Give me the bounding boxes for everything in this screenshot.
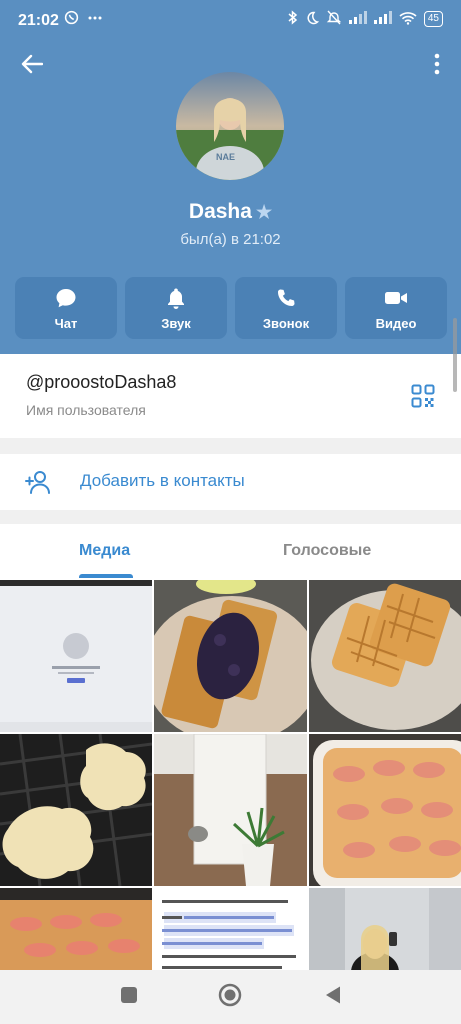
- profile-header: 21:02 45 NAE Dasha ★ был(а) в 21:02 Чат …: [0, 0, 461, 354]
- scrollbar[interactable]: [453, 318, 457, 392]
- active-tab-indicator: [79, 574, 133, 578]
- mute-icon: [326, 10, 342, 28]
- status-time: 21:02: [18, 12, 59, 29]
- video-button[interactable]: Видео: [345, 277, 447, 339]
- section-divider: [0, 510, 461, 524]
- media-thumbnail[interactable]: [309, 888, 461, 970]
- media-tabs: Медиа Голосовые: [0, 524, 461, 580]
- video-button-label: Видео: [375, 315, 417, 331]
- call-button-label: Звонок: [262, 315, 310, 331]
- last-seen-status: был(а) в 21:02: [180, 231, 281, 248]
- system-navigation-bar: [0, 970, 461, 1024]
- status-left-icons: [64, 10, 103, 28]
- sound-button[interactable]: Звук: [125, 277, 227, 339]
- bluetooth-icon: [287, 10, 298, 28]
- tab-media[interactable]: Медиа: [79, 542, 130, 560]
- sound-button-label: Звук: [161, 315, 191, 331]
- media-thumbnail[interactable]: [309, 734, 461, 886]
- wifi-icon: [399, 11, 417, 28]
- media-thumbnail[interactable]: [154, 580, 307, 732]
- recents-button[interactable]: [116, 984, 142, 1010]
- more-options-button[interactable]: [425, 50, 449, 82]
- signal-icon-2: [373, 11, 392, 27]
- back-nav-button[interactable]: [320, 984, 346, 1010]
- media-grid: [0, 580, 461, 970]
- profile-name-row: Dasha ★: [0, 200, 461, 224]
- whatsapp-icon: [64, 10, 79, 28]
- chat-button[interactable]: Чат: [15, 277, 117, 339]
- back-button[interactable]: [16, 50, 48, 82]
- add-user-icon: [24, 468, 52, 496]
- call-button[interactable]: Звонок: [235, 277, 337, 339]
- home-circle-icon: [218, 983, 242, 1012]
- username-value: @prooostoDasha8: [26, 372, 177, 392]
- svg-text:NAE: NAE: [216, 152, 235, 162]
- battery-indicator: 45: [423, 11, 443, 27]
- square-icon: [120, 986, 138, 1009]
- star-icon: ★: [255, 202, 273, 222]
- section-divider: [0, 438, 461, 454]
- media-thumbnail[interactable]: [0, 580, 152, 732]
- profile-avatar[interactable]: NAE: [176, 72, 284, 180]
- media-thumbnail[interactable]: [0, 888, 152, 970]
- action-buttons: Чат Звук Звонок Видео: [15, 277, 447, 339]
- more-notifications-icon: [87, 10, 103, 28]
- triangle-back-icon: [324, 985, 342, 1010]
- media-thumbnail[interactable]: [154, 888, 307, 970]
- profile-name: Dasha: [188, 200, 252, 223]
- tab-voice[interactable]: Голосовые: [283, 542, 371, 560]
- chat-button-label: Чат: [54, 315, 78, 331]
- chat-icon: [55, 286, 77, 310]
- signal-icon: [348, 11, 367, 27]
- media-thumbnail[interactable]: [154, 734, 307, 886]
- home-button[interactable]: [217, 983, 243, 1012]
- qr-code-icon[interactable]: [411, 384, 435, 408]
- username-block[interactable]: @prooostoDasha8 Имя пользователя: [0, 354, 461, 438]
- add-contact-label: Добавить в контакты: [80, 471, 245, 490]
- media-thumbnail[interactable]: [309, 580, 461, 732]
- more-vertical-icon: [434, 53, 440, 80]
- status-bar: 21:02 45: [0, 0, 461, 40]
- arrow-left-icon: [21, 54, 44, 79]
- video-camera-icon: [384, 286, 408, 310]
- media-thumbnail[interactable]: [0, 734, 152, 886]
- bell-icon: [166, 286, 186, 310]
- phone-icon: [276, 286, 296, 310]
- username-caption: Имя пользователя: [26, 402, 146, 418]
- moon-icon: [305, 11, 319, 28]
- add-contact-button[interactable]: Добавить в контакты: [0, 454, 461, 510]
- status-right-icons: 45: [287, 10, 443, 28]
